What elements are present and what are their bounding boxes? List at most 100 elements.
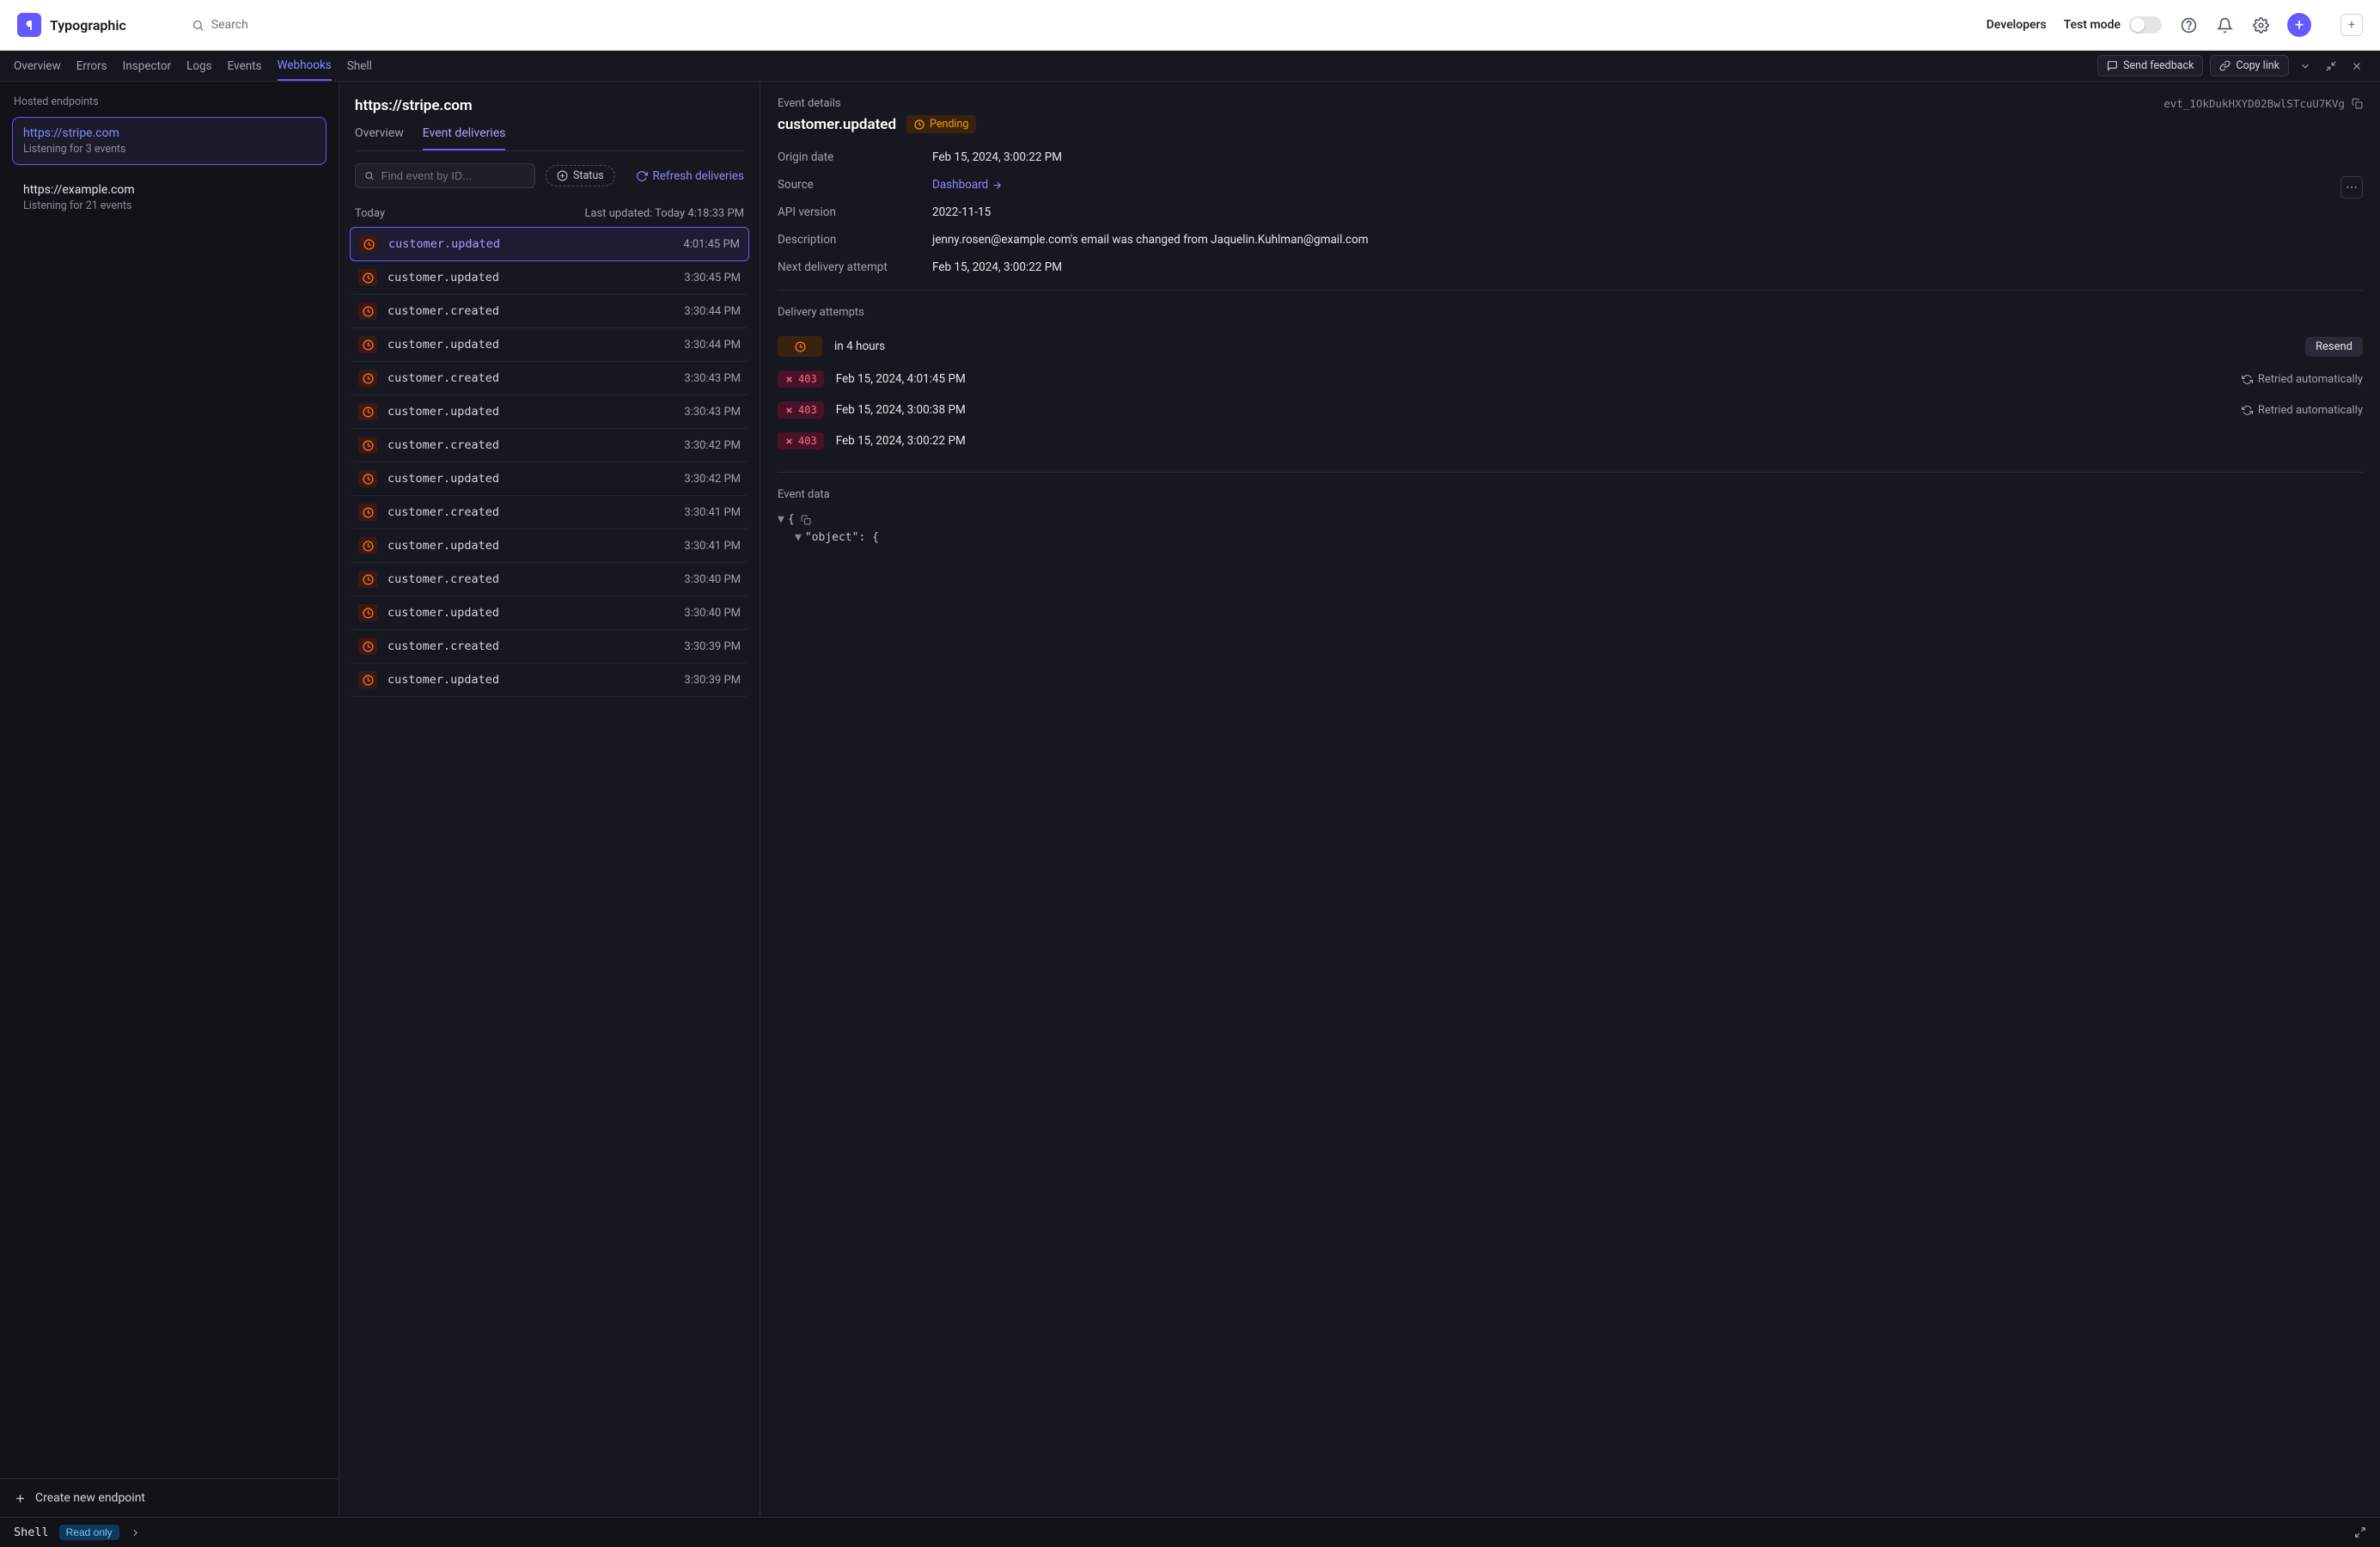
event-row[interactable]: customer.updated3:30:44 PM [350,328,749,362]
attempt-meta: Retried automatically [2242,373,2363,386]
endpoint-card[interactable]: https://stripe.comListening for 3 events [12,117,326,165]
event-list[interactable]: customer.updated4:01:45 PMcustomer.updat… [339,227,760,1517]
find-event-input[interactable] [355,163,535,188]
event-id: evt_1OkDukHXYD02BwlSTcuU7KVg [2163,97,2345,110]
brand: ¶ Typographic [17,13,126,37]
event-name: customer.created [388,639,499,653]
event-row[interactable]: customer.created3:30:43 PM [350,362,749,395]
create-endpoint-button[interactable]: Create new endpoint [0,1478,339,1517]
attempt-time: Feb 15, 2024, 4:01:45 PM [836,372,966,386]
event-name: customer.created [388,572,499,586]
bell-icon[interactable] [2215,15,2234,34]
event-row[interactable]: customer.updated3:30:45 PM [350,261,749,295]
event-row[interactable]: customer.updated3:30:43 PM [350,395,749,429]
help-icon[interactable] [2179,15,2198,34]
event-row[interactable]: customer.created3:30:41 PM [350,496,749,529]
link-icon [2219,60,2230,71]
status-badge: Pending [906,115,976,133]
event-time: 3:30:42 PM [684,473,741,486]
sidebar-section-title: Hosted endpoints [0,82,339,117]
subtab-event-deliveries[interactable]: Event deliveries [423,126,506,150]
search-icon [192,19,204,32]
event-row[interactable]: customer.created3:30:42 PM [350,429,749,462]
add-panel-button[interactable]: + [2340,14,2363,36]
caret-icon[interactable]: ▼ [795,531,802,544]
event-row[interactable]: customer.updated3:30:41 PM [350,529,749,563]
shell-bar[interactable]: Shell Read only [0,1517,2380,1547]
event-row[interactable]: customer.updated4:01:45 PM [350,227,749,261]
clock-icon [358,336,377,353]
refresh-label: Refresh deliveries [653,169,744,183]
tab-overview[interactable]: Overview [14,52,61,80]
source-link[interactable]: Dashboard [932,178,2363,192]
plus-circle-icon [557,170,568,181]
copy-link-label: Copy link [2236,59,2279,72]
copy-icon[interactable] [801,515,811,525]
more-menu-button[interactable]: ⋯ [2340,176,2363,199]
endpoint-card[interactable]: https://example.comListening for 21 even… [12,174,326,222]
event-time: 3:30:43 PM [684,406,741,419]
event-row[interactable]: customer.updated3:30:39 PM [350,663,749,697]
create-button[interactable]: + [2287,13,2311,37]
tab-shell[interactable]: Shell [347,52,372,80]
event-name: customer.updated [388,472,499,486]
close-icon[interactable] [2347,58,2366,74]
resend-button[interactable]: Resend [2305,337,2363,357]
sidebar: Hosted endpoints https://stripe.comListe… [0,82,339,1517]
copy-icon[interactable] [2352,98,2363,109]
toggle-pill[interactable] [2129,16,2162,34]
api-version-value: 2022-11-15 [932,205,2363,219]
event-row[interactable]: customer.created3:30:39 PM [350,630,749,663]
brand-logo-icon: ¶ [17,13,41,37]
tab-errors[interactable]: Errors [76,52,107,80]
next-attempt-value: Feb 15, 2024, 3:00:22 PM [932,260,2363,274]
expand-icon[interactable] [2354,1526,2366,1538]
event-row[interactable]: customer.updated3:30:40 PM [350,596,749,630]
caret-icon[interactable]: ▼ [778,513,784,526]
gear-icon[interactable] [2251,15,2270,34]
clock-icon [358,604,377,621]
find-event-field[interactable] [381,169,526,182]
send-feedback-button[interactable]: Send feedback [2097,55,2203,76]
event-row[interactable]: customer.updated 3:30:42 PM [350,462,749,496]
description-key: Description [778,233,932,247]
tab-webhooks[interactable]: Webhooks [278,52,332,81]
delivery-attempt-row: 403Feb 15, 2024, 4:01:45 PMRetried autom… [778,364,2363,394]
event-detail-panel: ⋯ Event details evt_1OkDukHXYD02BwlSTcuU… [760,82,2380,1517]
clock-icon [358,537,377,554]
clock-icon [358,504,377,521]
event-time: 3:30:44 PM [684,305,741,318]
event-time: 3:30:40 PM [684,573,741,586]
search-placeholder: Search [211,18,248,32]
collapse-icon[interactable] [2322,58,2340,74]
delivery-attempt-row: 403Feb 15, 2024, 3:00:38 PMRetried autom… [778,394,2363,425]
clock-icon [358,571,377,588]
clock-icon [358,303,377,320]
search-input[interactable]: Search [192,18,656,32]
search-icon [364,170,375,181]
attempt-time: in 4 hours [834,339,885,353]
refresh-deliveries[interactable]: Refresh deliveries [636,169,744,183]
clock-icon [778,336,822,357]
tab-events[interactable]: Events [228,52,262,80]
http-status-badge: 403 [778,401,824,419]
event-row[interactable]: customer.created3:30:44 PM [350,295,749,328]
event-time: 3:30:41 PM [684,506,741,519]
api-version-key: API version [778,205,932,219]
refresh-icon [636,170,648,182]
status-filter[interactable]: Status [546,165,615,186]
test-mode-toggle[interactable]: Test mode [2064,16,2162,34]
subtab-overview[interactable]: Overview [355,126,404,150]
status-badge-label: Pending [930,118,968,131]
event-time: 3:30:39 PM [684,674,741,687]
copy-link-button[interactable]: Copy link [2210,55,2289,76]
chevron-down-icon[interactable] [2296,58,2315,74]
tab-logs[interactable]: Logs [186,52,212,80]
developers-link[interactable]: Developers [1986,18,2047,32]
event-row[interactable]: customer.created 3:30:40 PM [350,563,749,596]
event-data-json[interactable]: ▼{ ▼"object": { [778,511,2363,547]
attempt-time: Feb 15, 2024, 3:00:38 PM [836,403,966,417]
tab-inspector[interactable]: Inspector [123,52,171,80]
event-name: customer.updated [388,271,499,284]
clock-icon [358,638,377,655]
